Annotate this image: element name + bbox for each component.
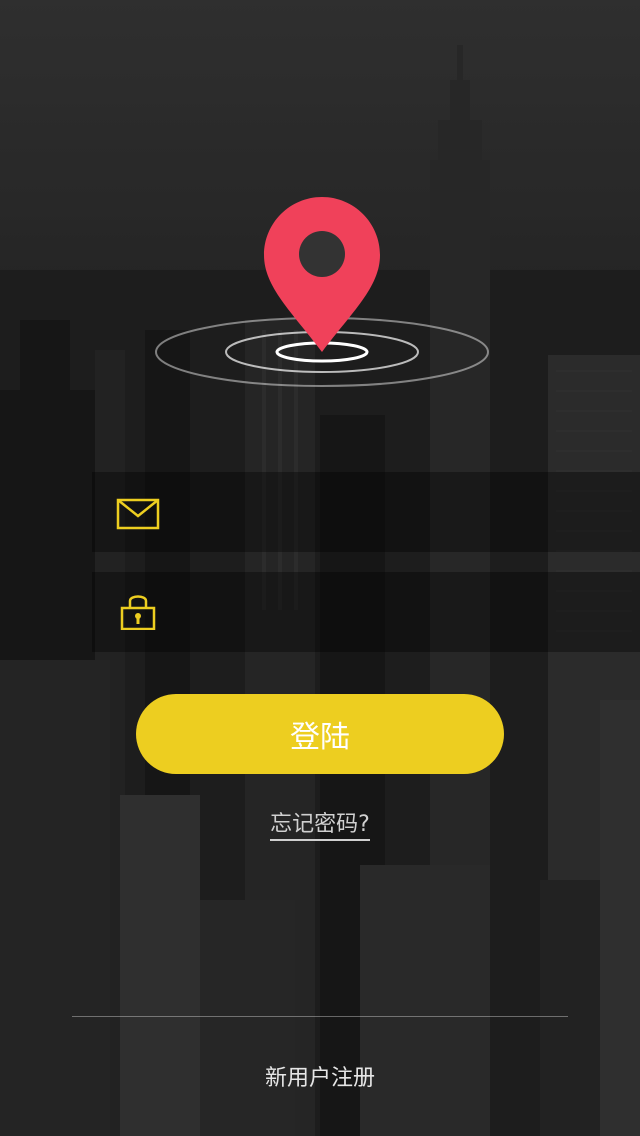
password-input[interactable] bbox=[182, 590, 606, 636]
divider bbox=[72, 1016, 568, 1017]
location-pin-icon bbox=[155, 197, 489, 387]
register-link[interactable]: 新用户注册 bbox=[0, 1060, 640, 1092]
email-field-row[interactable] bbox=[92, 472, 640, 552]
forgot-password-link[interactable]: 忘记密码? bbox=[270, 812, 370, 841]
login-button[interactable]: 登陆 bbox=[136, 694, 504, 774]
dark-overlay bbox=[0, 0, 640, 1136]
password-field-row[interactable] bbox=[92, 572, 640, 652]
mail-icon bbox=[116, 498, 160, 530]
lock-icon bbox=[120, 595, 156, 630]
email-input[interactable] bbox=[182, 490, 606, 536]
forgot-password-row: 忘记密码? bbox=[0, 806, 640, 841]
